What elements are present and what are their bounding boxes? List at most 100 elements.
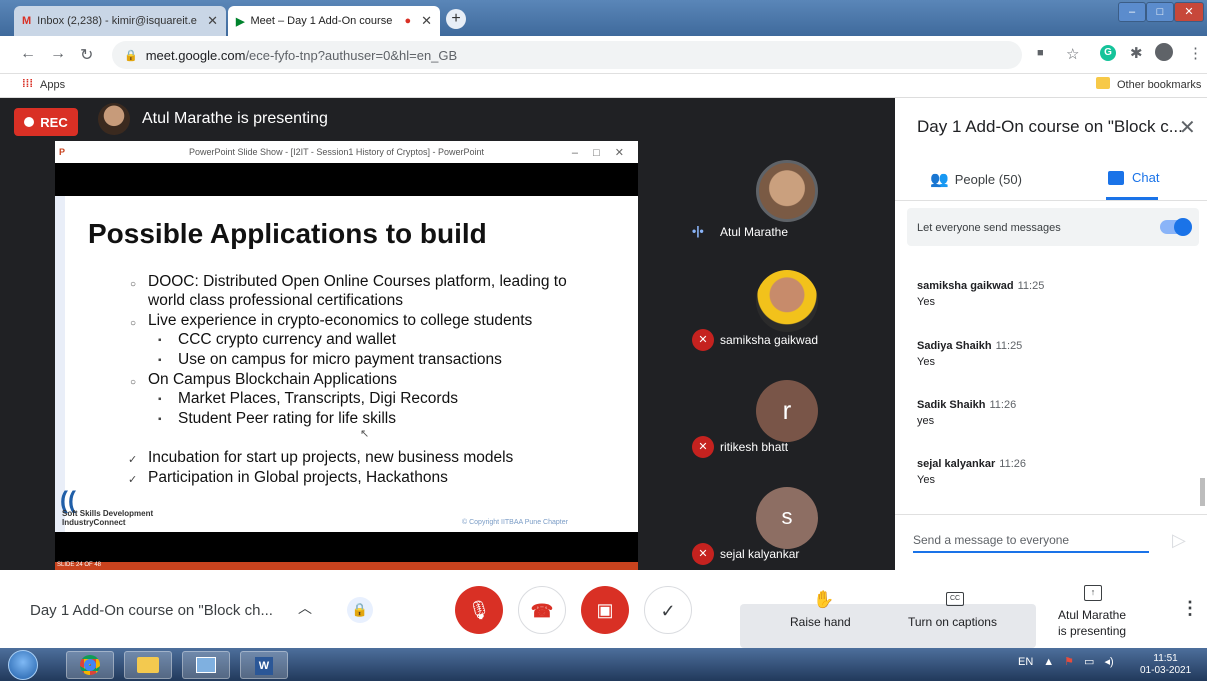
account-icon[interactable]: [1155, 43, 1173, 61]
bullet-icon: ○: [130, 377, 137, 388]
message-sender: sejal kalyankar: [917, 458, 996, 470]
security-icon[interactable]: 🔒: [347, 597, 373, 623]
start-button[interactable]: [8, 650, 38, 680]
address-bar-row: ← → ↻ 🔒 meet.google.com/ece-fyfo-tnp?aut…: [0, 36, 1207, 74]
slide-line: world class professional certifications: [148, 292, 403, 309]
tab-people[interactable]: 👥 People (50): [930, 170, 1022, 188]
captions-icon[interactable]: CC: [946, 592, 964, 606]
star-icon[interactable]: ☆: [1066, 45, 1079, 63]
language-indicator[interactable]: EN: [1018, 656, 1033, 668]
close-tab-icon[interactable]: ✕: [421, 13, 432, 29]
close-window-button[interactable]: ✕: [1174, 2, 1204, 22]
message-text: yes: [917, 415, 935, 427]
message-text: Yes: [917, 296, 935, 308]
slide-line: Use on campus for micro payment transact…: [178, 351, 502, 368]
slide-line: Student Peer rating for life skills: [178, 410, 396, 427]
more-options-icon[interactable]: ⋮: [1181, 598, 1199, 619]
network-icon[interactable]: ▭: [1084, 655, 1094, 668]
maximize-button[interactable]: □: [1146, 2, 1174, 22]
recording-badge: REC: [14, 108, 78, 136]
action-center-flag-icon[interactable]: ⚑: [1064, 655, 1074, 668]
rec-label: REC: [40, 114, 68, 130]
raise-hand-icon[interactable]: ✋: [813, 590, 834, 610]
chat-message: Sadiya Shaikh 11:25 Yes: [917, 340, 1022, 368]
chrome-taskbar-icon[interactable]: [66, 651, 114, 679]
new-tab-button[interactable]: +: [446, 9, 466, 29]
url-host: meet.google.com: [145, 47, 246, 63]
chat-scrollbar[interactable]: [1200, 478, 1205, 506]
tab-chat[interactable]: Chat: [1108, 170, 1159, 185]
chat-tab-label: Chat: [1132, 170, 1160, 185]
present-icon[interactable]: ↑: [1084, 585, 1102, 601]
attendance-extension-button[interactable]: ✓: [644, 586, 692, 634]
people-tab-label: People (50): [954, 171, 1022, 187]
extensions-icon[interactable]: ✱: [1130, 44, 1143, 62]
divider: [895, 200, 1207, 201]
presenting-line2: is presenting: [1058, 624, 1127, 638]
captions-button[interactable]: Turn on captions: [908, 615, 997, 629]
bullet-icon: ○: [130, 279, 137, 290]
org-name: Soft Skills Development IndustryConnect: [62, 509, 153, 527]
checkmark-icon: ✓: [128, 454, 138, 466]
side-panel: [895, 98, 1207, 570]
powerpoint-icon: P: [59, 147, 66, 157]
close-panel-icon[interactable]: ✕: [1179, 115, 1196, 140]
mic-toggle-button[interactable]: 🎙: [455, 586, 503, 634]
back-icon[interactable]: ←: [20, 45, 36, 63]
reload-icon[interactable]: ↻: [80, 45, 93, 65]
menu-icon[interactable]: ⋮: [1188, 44, 1203, 62]
other-bookmarks-link[interactable]: Other bookmarks: [1117, 79, 1201, 91]
chat-message-input[interactable]: Send a message to everyone: [913, 533, 1149, 553]
message-time: 11:26: [999, 458, 1027, 470]
participant-name: ritikesh bhatt: [720, 440, 789, 454]
tab-meet[interactable]: ▶ Meet – Day 1 Add-On course ● ✕: [228, 6, 440, 36]
bookmarks-bar: ⁞⁞⁞ Apps Other bookmarks: [0, 74, 1207, 98]
send-icon[interactable]: ▷: [1172, 530, 1186, 551]
minimize-button[interactable]: –: [1118, 2, 1146, 22]
leave-call-button[interactable]: ☎: [518, 586, 566, 634]
message-sender: Sadik Shaikh: [917, 399, 986, 411]
chat-icon: [1108, 170, 1124, 185]
tab-label: Meet – Day 1 Add-On course: [250, 15, 393, 27]
slide-title: Possible Applications to build: [88, 218, 487, 249]
message-text: Yes: [917, 474, 935, 486]
forward-icon[interactable]: →: [50, 45, 66, 63]
url-field[interactable]: 🔒 meet.google.com/ece-fyfo-tnp?authuser=…: [112, 41, 1022, 69]
control-panel-taskbar-icon[interactable]: [182, 651, 230, 679]
raise-hand-button[interactable]: Raise hand: [790, 615, 851, 629]
participant-avatar: s: [756, 487, 818, 549]
file-explorer-taskbar-icon[interactable]: [124, 651, 172, 679]
chat-message: Sadik Shaikh 11:26 yes: [917, 399, 1016, 427]
mouse-cursor-icon: ↖: [360, 428, 370, 440]
camera-icon[interactable]: ■: [1037, 47, 1044, 59]
people-icon: 👥: [930, 171, 949, 188]
toggle-knob[interactable]: [1174, 218, 1192, 236]
powerpoint-titlebar: P PowerPoint Slide Show - [I2IT - Sessio…: [55, 141, 638, 163]
volume-icon[interactable]: ◂): [1104, 655, 1113, 668]
slide-line: Incubation for start up projects, new bu…: [148, 449, 514, 466]
word-taskbar-icon[interactable]: W: [240, 651, 288, 679]
chat-message: samiksha gaikwad 11:25 Yes: [917, 280, 1044, 308]
presenting-status[interactable]: Atul Marathe is presenting: [1058, 607, 1126, 639]
taskbar-clock[interactable]: 11:51 01-03-2021: [1140, 653, 1191, 677]
message-time: 11:25: [1017, 280, 1045, 292]
close-tab-icon[interactable]: ✕: [207, 13, 218, 29]
grammarly-icon[interactable]: G: [1100, 45, 1116, 61]
apps-icon[interactable]: ⁞⁞⁞: [22, 78, 33, 90]
org-line1: Soft Skills Development: [62, 509, 154, 518]
participant-avatar: [756, 270, 818, 332]
show-hidden-icons-icon[interactable]: ▲: [1043, 656, 1054, 668]
gmail-icon: M: [22, 15, 32, 27]
chevron-up-icon[interactable]: ︿: [298, 598, 312, 618]
camera-toggle-button[interactable]: ▣: [581, 586, 629, 634]
apps-link[interactable]: Apps: [40, 79, 65, 91]
meeting-title[interactable]: Day 1 Add-On course on "Block ch...: [30, 602, 273, 619]
participant-avatar: [756, 160, 818, 222]
powerpoint-window-title: PowerPoint Slide Show - [I2IT - Session1…: [189, 147, 484, 157]
mic-off-icon: ✕: [692, 436, 714, 458]
meet-icon: ▶: [236, 15, 245, 28]
panel-title: Day 1 Add-On course on "Block c...: [917, 117, 1183, 136]
record-dot-icon: [24, 117, 35, 127]
tab-gmail[interactable]: M Inbox (2,238) - kimir@isquareit.e ✕: [14, 6, 226, 36]
recording-dot-icon: ●: [404, 15, 412, 27]
